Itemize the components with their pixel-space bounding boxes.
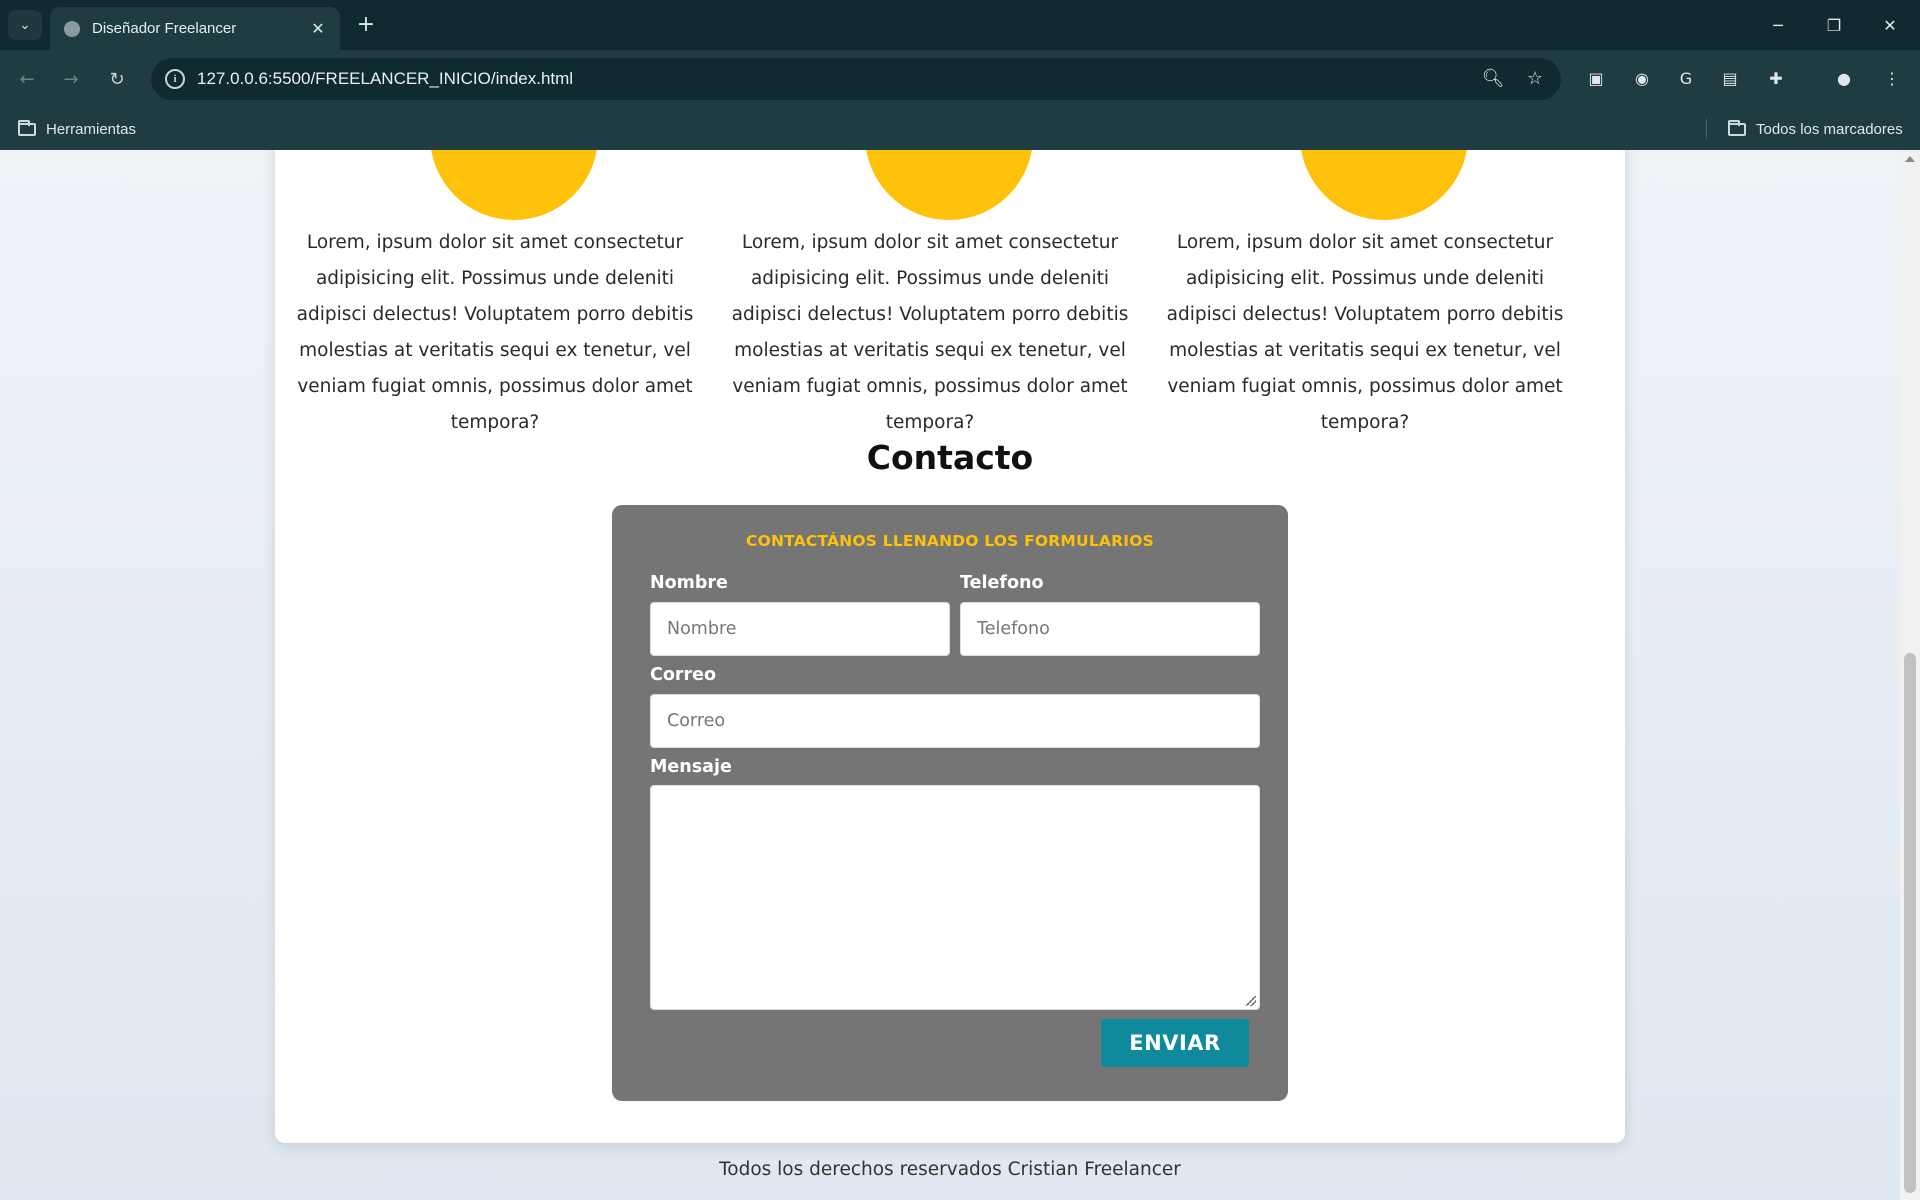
resize-handle-icon[interactable] [1246,996,1256,1006]
address-bar[interactable]: i 127.0.0.6:5500/FREELANCER_INICIO/index… [151,58,1561,100]
translate-icon[interactable]: G [1674,66,1698,90]
name-label: Nombre [650,573,728,593]
back-button[interactable]: ← [11,63,43,95]
tab-title: Diseñador Freelancer [92,20,237,37]
feature-text-3: Lorem, ipsum dolor sit amet consectetur … [1166,232,1564,433]
close-window-button[interactable]: ✕ [1862,0,1918,50]
menu-dots-icon[interactable]: ⋮ [1880,66,1904,90]
feature-circle-1 [430,150,598,220]
feature-circle-3 [1300,150,1468,220]
bookmarks-divider [1706,119,1707,139]
browser-toolbar: ← → ↻ i 127.0.0.6:5500/FREELANCER_INICIO… [0,50,1920,108]
bookmark-folder-herramientas[interactable]: Herramientas [18,108,136,150]
tab-strip: ⌄ Diseñador Freelancer ✕ + ─ ❐ ✕ [0,0,1920,50]
email-input[interactable]: Correo [650,694,1260,748]
arrow-left-icon: ← [19,68,35,90]
message-textarea[interactable] [650,785,1260,1010]
email-label: Correo [650,665,717,685]
bookmark-folder-all[interactable]: Todos los marcadores [1728,108,1903,150]
close-icon[interactable]: ✕ [306,19,330,38]
scrollbar-thumb[interactable] [1904,653,1916,1193]
folder-icon [1728,119,1746,136]
active-tab[interactable]: Diseñador Freelancer ✕ [50,7,340,50]
zoom-icon[interactable]: 🔍︎ [1481,67,1505,91]
folder-icon [18,119,36,136]
url-text[interactable]: 127.0.0.6:5500/FREELANCER_INICIO/index.h… [197,69,573,89]
form-title: CONTACTÁNOS LLENANDO LOS FORMULARIOS [746,532,1154,550]
media-icon[interactable]: ▣ [1584,66,1608,90]
page-viewport: Lorem, ipsum dolor sit amet consectetur … [0,150,1900,1200]
forward-button[interactable]: → [55,63,87,95]
new-tab-button[interactable]: + [352,11,380,39]
globe-icon [64,20,80,37]
scroll-up-arrow-icon[interactable] [1905,156,1915,162]
profile-avatar[interactable]: ● [1832,66,1856,90]
page-scrollbar[interactable] [1900,150,1920,1200]
footer-text: Todos los derechos reservados Cristian F… [719,1159,1181,1180]
minimize-button[interactable]: ─ [1750,0,1806,50]
name-input[interactable]: Nombre [650,602,950,656]
bookmark-label: Herramientas [46,120,137,138]
bookmarks-bar: Herramientas Todos los marcadores [0,108,1920,150]
chevron-down-icon: ⌄ [19,17,31,33]
reload-button[interactable]: ↻ [101,63,133,95]
arrow-right-icon: → [63,68,79,90]
phone-input[interactable]: Telefono [960,602,1260,656]
tab-search-button[interactable]: ⌄ [8,10,42,40]
feature-circle-2 [865,150,1033,220]
feature-text-1: Lorem, ipsum dolor sit amet consectetur … [296,232,694,433]
extension-avatar-icon[interactable]: ◉ [1630,66,1654,90]
puzzle-icon[interactable]: ✚ [1764,66,1788,90]
phone-label: Telefono [960,573,1044,593]
restore-button[interactable]: ❐ [1806,0,1862,50]
bookmark-star-icon[interactable]: ☆ [1523,67,1547,91]
message-label: Mensaje [650,757,732,777]
site-info-icon[interactable]: i [165,69,185,89]
content-card: Lorem, ipsum dolor sit amet consectetur … [275,150,1625,1143]
send-button[interactable]: ENVIAR [1101,1019,1249,1067]
contact-heading: Contacto [866,438,1034,477]
feature-text-2: Lorem, ipsum dolor sit amet consectetur … [731,232,1129,433]
reader-icon[interactable]: ▤ [1718,66,1742,90]
bookmark-label: Todos los marcadores [1756,120,1903,138]
reload-icon: ↻ [109,68,125,90]
contact-form: CONTACTÁNOS LLENANDO LOS FORMULARIOS Nom… [612,505,1288,1101]
